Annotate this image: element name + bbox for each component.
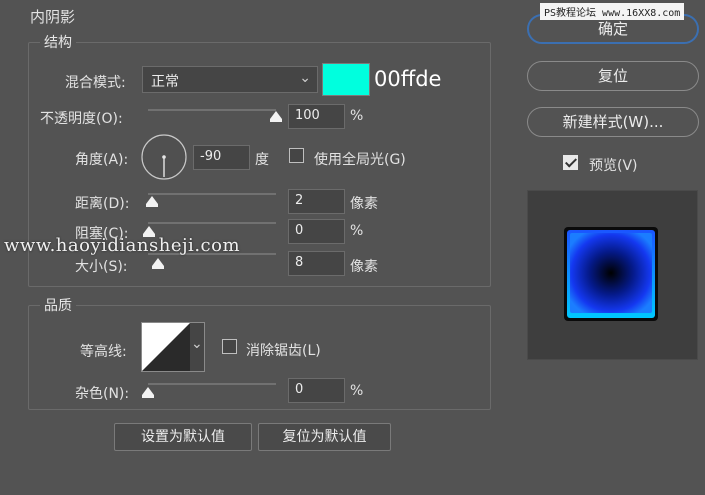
site-tag: PS教程论坛 www.16XX8.com: [540, 3, 685, 20]
structure-legend: 结构: [40, 32, 76, 52]
global-light-checkbox[interactable]: [289, 148, 304, 163]
choke-unit: %: [350, 223, 364, 239]
reset-button[interactable]: 复位: [527, 61, 699, 91]
angle-label: 角度(A):: [75, 152, 129, 168]
color-hex-text: 00ffde: [374, 67, 442, 91]
size-input[interactable]: 8: [288, 251, 345, 276]
new-style-button[interactable]: 新建样式(W)...: [527, 107, 699, 137]
distance-unit: 像素: [350, 196, 378, 212]
anti-alias-label: 消除锯齿(L): [246, 343, 321, 359]
panel-title: 内阴影: [30, 8, 76, 26]
reset-default-button[interactable]: 复位为默认值: [258, 423, 391, 451]
contour-label: 等高线:: [80, 344, 127, 360]
preview-thumbnail: [564, 227, 658, 321]
angle-unit: 度: [255, 152, 269, 168]
distance-slider-track[interactable]: [148, 193, 276, 195]
chevron-down-icon: ⌄: [299, 70, 311, 86]
blend-mode-select[interactable]: 正常 ⌄: [142, 66, 318, 93]
noise-label: 杂色(N):: [75, 386, 130, 402]
choke-input[interactable]: 0: [288, 219, 345, 244]
opacity-slider-track[interactable]: [148, 109, 276, 111]
blend-mode-label: 混合模式:: [65, 75, 126, 91]
angle-dial[interactable]: [140, 133, 188, 181]
noise-unit: %: [350, 383, 364, 399]
opacity-slider-thumb[interactable]: [270, 111, 282, 122]
size-slider-thumb[interactable]: [152, 258, 164, 269]
preview-label: 预览(V): [589, 158, 638, 174]
angle-input[interactable]: -90: [193, 145, 250, 170]
watermark-text: www.haoyidiansheji.com: [4, 235, 241, 256]
choke-slider-track[interactable]: [148, 222, 276, 224]
noise-slider-track[interactable]: [148, 383, 276, 385]
choke-slider-thumb[interactable]: [143, 226, 155, 237]
global-light-label: 使用全局光(G): [314, 152, 406, 168]
preview-checkbox[interactable]: [563, 155, 578, 170]
distance-label: 距离(D):: [75, 196, 130, 212]
contour-picker[interactable]: ⌄: [141, 322, 205, 372]
set-default-button[interactable]: 设置为默认值: [114, 423, 252, 451]
opacity-label: 不透明度(O):: [40, 111, 123, 127]
preview-box: [527, 190, 698, 360]
chevron-down-icon: ⌄: [191, 336, 203, 352]
opacity-unit: %: [350, 108, 364, 124]
anti-alias-checkbox[interactable]: [222, 339, 237, 354]
noise-input[interactable]: 0: [288, 378, 345, 403]
size-label: 大小(S):: [75, 259, 128, 275]
quality-legend: 品质: [40, 295, 76, 315]
opacity-input[interactable]: 100: [288, 104, 345, 129]
blend-mode-value: 正常: [151, 74, 179, 90]
color-swatch[interactable]: [322, 63, 370, 96]
distance-slider-thumb[interactable]: [146, 196, 158, 207]
distance-input[interactable]: 2: [288, 189, 345, 214]
noise-slider-thumb[interactable]: [142, 387, 154, 398]
size-unit: 像素: [350, 259, 378, 275]
contour-preview-icon: [142, 323, 190, 371]
